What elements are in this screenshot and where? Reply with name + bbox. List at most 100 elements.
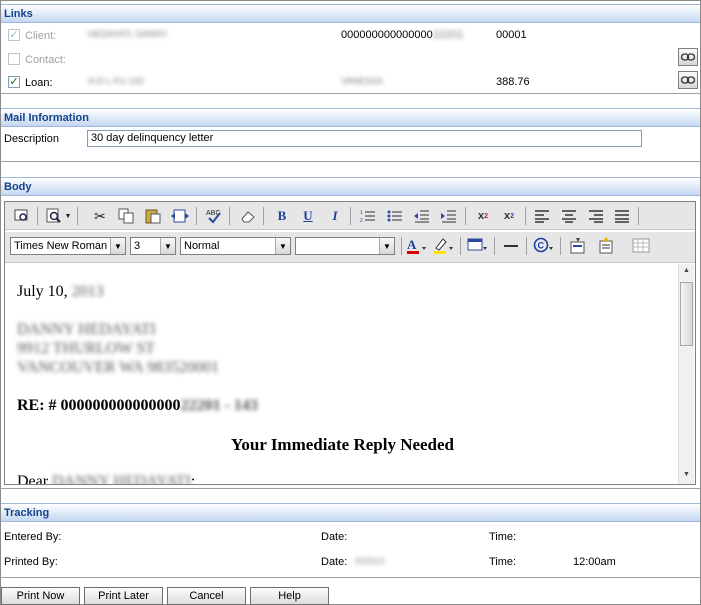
align-right-icon[interactable] — [585, 205, 607, 227]
zoom-icon[interactable] — [43, 205, 65, 227]
client-label: Client: — [25, 30, 57, 42]
horizontal-rule-icon[interactable] — [500, 235, 522, 257]
chain-link-icon — [681, 53, 695, 61]
bullet-list-icon[interactable] — [384, 205, 406, 227]
letter-headline: Your Immediate Reply Needed — [230, 435, 455, 454]
chain-link-icon — [681, 76, 695, 84]
eraser-icon[interactable] — [237, 205, 259, 227]
entered-by-label: Entered By: — [4, 531, 62, 543]
salutation: Dear DANNY HEDAYATI: — [17, 473, 196, 484]
paste-special-icon[interactable] — [169, 205, 191, 227]
superscript-icon[interactable]: x2 — [472, 205, 494, 227]
printed-time-value: 12:00am — [573, 556, 616, 568]
links-header: Links — [1, 4, 700, 23]
copy-icon[interactable] — [115, 205, 137, 227]
paste-icon[interactable] — [142, 205, 164, 227]
separator — [638, 207, 639, 225]
divider — [0, 161, 701, 162]
separator — [196, 207, 197, 225]
insert-table-icon[interactable] — [467, 235, 489, 257]
font-family-select[interactable]: Times New Roman ▼ — [10, 237, 126, 255]
justify-icon[interactable] — [611, 205, 633, 227]
description-input[interactable]: 30 day delinquency letter — [87, 130, 642, 147]
loan-amount: 388.76 — [496, 76, 530, 88]
body-header: Body — [1, 177, 700, 196]
entered-time-label: Time: — [489, 531, 517, 543]
entered-date-label: Date: — [321, 531, 348, 543]
svg-text:A: A — [407, 237, 417, 252]
rich-text-editor: ▼ ✂ ABC B U I 12 x2 x2 Times New Roman ▼ … — [4, 201, 696, 485]
separator — [263, 207, 264, 225]
separator — [525, 207, 526, 225]
outdent-icon[interactable] — [411, 205, 433, 227]
chevron-down-icon: ▼ — [275, 238, 290, 254]
scrollbar-thumb[interactable] — [680, 282, 693, 346]
loan-checkbox[interactable]: ✓ — [8, 76, 20, 88]
printed-time-label: Time: — [489, 556, 517, 568]
loan-product: A-D L-FU 143 — [88, 76, 144, 86]
chevron-down-icon: ▼ — [160, 238, 175, 254]
zoom-dropdown-icon[interactable]: ▼ — [63, 205, 73, 227]
editor-toolbar-row-1: ▼ ✂ ABC B U I 12 x2 x2 — [5, 202, 695, 230]
table-grid-icon[interactable] — [630, 235, 652, 257]
print-later-button[interactable]: Print Later — [84, 587, 163, 605]
cancel-button[interactable]: Cancel — [167, 587, 246, 605]
scroll-down-icon[interactable]: ▼ — [683, 471, 690, 478]
separator — [77, 207, 78, 225]
address-line-2: 9912 THURLOW ST — [17, 340, 156, 357]
separator — [526, 237, 527, 255]
divider — [0, 93, 701, 94]
insert-field-icon[interactable] — [567, 235, 589, 257]
separator — [37, 207, 38, 225]
separator — [560, 237, 561, 255]
copyright-symbol-icon[interactable]: C — [533, 235, 555, 257]
editor-scrollbar[interactable]: ▲ ▼ — [678, 264, 694, 484]
client-account: 00000000000000022201 — [341, 29, 464, 41]
separator — [494, 237, 495, 255]
insert-template-icon[interactable] — [595, 235, 617, 257]
address-line-1: DANNY HEDAYATI — [17, 321, 156, 338]
paragraph-style-select[interactable]: Normal ▼ — [180, 237, 291, 255]
description-label: Description — [4, 133, 60, 145]
separator — [350, 207, 351, 225]
italic-icon[interactable]: I — [324, 205, 346, 227]
chevron-down-icon: ▼ — [110, 238, 125, 254]
separator — [401, 237, 402, 255]
bold-icon[interactable]: B — [271, 205, 293, 227]
preview-icon[interactable] — [11, 205, 33, 227]
scroll-up-icon[interactable]: ▲ — [683, 267, 690, 274]
client-name: HEDAYATI, DANNY — [88, 29, 168, 39]
highlight-color-icon[interactable] — [433, 235, 455, 257]
client-code: 00001 — [496, 29, 527, 41]
print-now-button[interactable]: Print Now — [1, 587, 80, 605]
svg-text:C: C — [538, 241, 545, 251]
separator — [229, 207, 230, 225]
separator — [460, 237, 461, 255]
letter-document[interactable]: July 10, 2013 DANNY HEDAYATI 9912 THURLO… — [6, 264, 679, 484]
mail-info-header: Mail Information — [1, 108, 700, 127]
numbered-list-icon[interactable]: 12 — [357, 205, 379, 227]
indent-icon[interactable] — [438, 205, 460, 227]
client-checkbox[interactable]: ✓ — [8, 29, 20, 41]
spellcheck-icon[interactable]: ABC — [203, 205, 225, 227]
cut-icon[interactable]: ✂ — [89, 205, 111, 227]
font-name-select[interactable]: ▼ — [295, 237, 395, 255]
contact-checkbox[interactable] — [8, 53, 20, 65]
font-color-icon[interactable]: A — [406, 235, 428, 257]
loan-label: Loan: — [25, 77, 53, 89]
font-size-select[interactable]: 3 ▼ — [130, 237, 176, 255]
align-left-icon[interactable] — [531, 205, 553, 227]
underline-icon[interactable]: U — [297, 205, 319, 227]
subscript-icon[interactable]: x2 — [498, 205, 520, 227]
re-line: RE: # 00000000000000022201 - 143 — [17, 397, 258, 414]
divider — [0, 577, 701, 578]
svg-text:2: 2 — [360, 218, 363, 223]
address-line-3: VANCOUVER WA 983520001 — [17, 359, 220, 376]
loan-link-button[interactable] — [678, 71, 698, 89]
help-button[interactable]: Help — [250, 587, 329, 605]
align-center-icon[interactable] — [558, 205, 580, 227]
printed-date-label: Date: — [321, 556, 348, 568]
chevron-down-icon: ▼ — [379, 238, 394, 254]
svg-text:1: 1 — [360, 210, 363, 216]
contact-link-button[interactable] — [678, 48, 698, 66]
